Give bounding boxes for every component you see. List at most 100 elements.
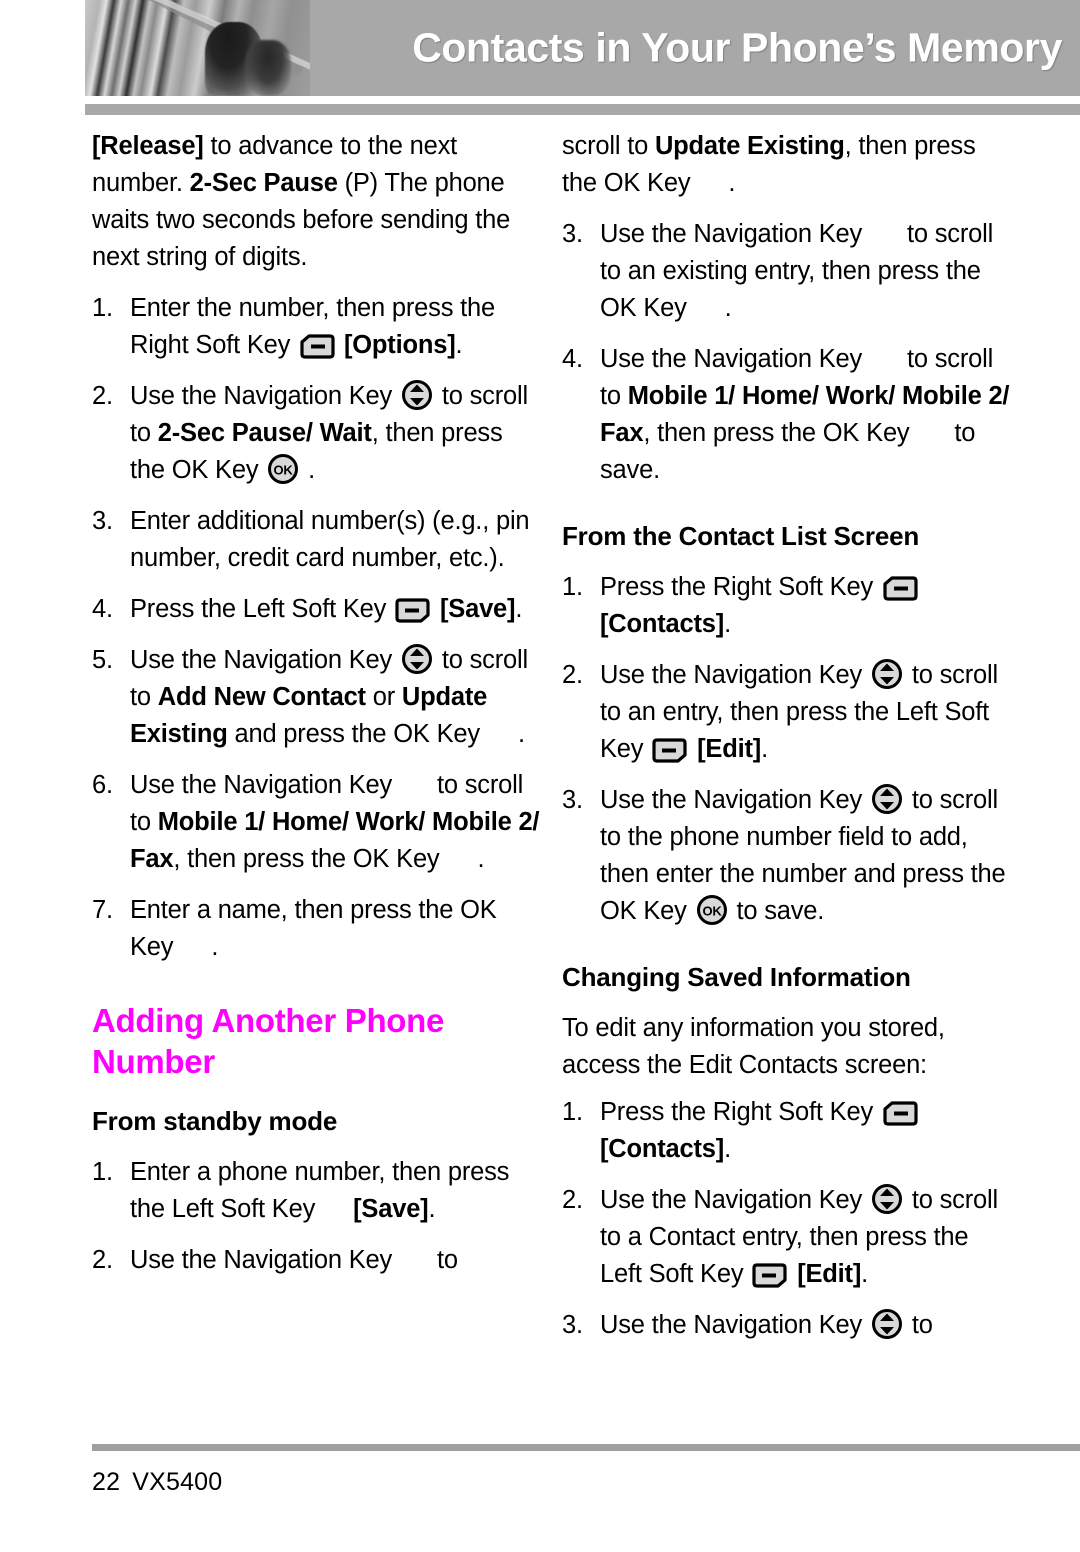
list-item: 1. Press the Right Soft Key [Contacts]. — [562, 1094, 1012, 1168]
list-item: 4. Use the Navigation Key to scroll to Mo… — [562, 341, 1012, 489]
list-item: 6. Use the Navigation Key to scroll to Mo… — [92, 767, 542, 878]
list-item: 1. Enter the number, then press the Right… — [92, 290, 542, 364]
step-text: Enter a phone number, then press the Lef… — [130, 1158, 510, 1223]
missing-navigation-key-icon — [392, 1261, 430, 1262]
step-bold-label: Add New Contact — [157, 683, 366, 711]
step-text-3: . — [724, 1135, 731, 1163]
step-bold-label: 2-Sec Pause/ Wait — [157, 419, 372, 447]
step-number: 4. — [562, 345, 583, 373]
step-number: 4. — [92, 595, 113, 623]
page-number: 22 — [92, 1468, 121, 1496]
footer: 22 VX5400 — [92, 1468, 222, 1497]
step-text-2: to — [904, 1311, 933, 1339]
step-text: Use the Navigation Key — [600, 345, 863, 373]
step-text: Use the Navigation Key — [600, 1311, 869, 1339]
right-soft-key-icon — [882, 1100, 918, 1127]
changing-intro-paragraph: To edit any information you stored, acce… — [562, 1014, 945, 1079]
list-item: 7. Enter a name, then press the OK Key. — [92, 892, 542, 966]
step-text-3: to save. — [729, 897, 825, 925]
step-text-3: . — [515, 595, 523, 623]
cont-bold: Update Existing — [654, 132, 845, 160]
list-item: 2. Use the Navigation Key to scroll to an… — [562, 657, 1012, 768]
step-text-2: to — [430, 1246, 458, 1274]
navigation-key-icon — [871, 1308, 903, 1340]
navigation-key-icon — [871, 658, 903, 690]
page-title: Contacts in Your Phone’s Memory — [412, 24, 1062, 71]
footer-rule — [92, 1444, 1080, 1451]
step-text-4: . — [477, 845, 485, 873]
step-text-3: or — [365, 683, 402, 711]
left-soft-key-icon — [752, 1262, 788, 1289]
step-text-2 — [433, 595, 440, 623]
step-number: 1. — [92, 294, 113, 322]
step-text: Press the Right Soft Key — [600, 573, 880, 601]
left-column: [Release] to advance to the next number.… — [92, 128, 542, 1293]
step-text-4: and press the OK Key — [227, 720, 480, 748]
svg-text:OK: OK — [274, 463, 294, 478]
step-bold-label: [Save] — [439, 595, 516, 623]
step-text: Press the Left Soft Key — [130, 595, 394, 623]
step-number: 2. — [92, 382, 113, 410]
left-soft-key-icon — [395, 597, 431, 624]
step-text: Use the Navigation Key — [130, 382, 399, 410]
missing-ok-key-icon — [173, 948, 211, 949]
step-text-2: . — [211, 933, 219, 961]
missing-ok-key-icon — [480, 735, 518, 736]
model-name: VX5400 — [132, 1468, 223, 1496]
navigation-key-icon — [871, 1183, 903, 1215]
step-number: 1. — [562, 573, 583, 601]
step-text-3: . — [724, 294, 732, 322]
step-text-2: . — [428, 1195, 436, 1223]
missing-ok-key-icon — [687, 309, 725, 310]
list-item: 4. Press the Left Soft Key [Save]. — [92, 591, 542, 628]
step-text: Press the Right Soft Key — [600, 1098, 880, 1126]
step-text: Use the Navigation Key — [600, 786, 869, 814]
step-number: 3. — [562, 220, 583, 248]
step-number: 3. — [92, 507, 113, 535]
step-text: Use the Navigation Key — [600, 220, 863, 248]
step-number: 1. — [92, 1158, 113, 1186]
ok-key-icon: OK — [267, 453, 299, 485]
list-item: 1. Enter a phone number, then press the L… — [92, 1154, 542, 1228]
list-item: 5. Use the Navigation Key to scroll to Ad… — [92, 642, 542, 753]
step-text: Use the Navigation Key — [130, 646, 399, 674]
photo-figure-secondary — [245, 40, 291, 96]
cont-text-3: . — [728, 169, 736, 197]
step-number: 2. — [562, 1186, 583, 1214]
header-rule — [85, 104, 1080, 115]
list-item: 3. Enter additional number(s) (e.g., pin … — [92, 503, 542, 577]
missing-ok-key-icon — [909, 434, 947, 435]
navigation-key-icon — [871, 783, 903, 815]
page-header: Contacts in Your Phone’s Memory — [85, 0, 1080, 96]
list-item: 3. Use the Navigation Key to scroll to an… — [562, 216, 1012, 327]
missing-left-soft-key-icon — [315, 1210, 353, 1211]
svg-text:OK: OK — [702, 904, 722, 919]
navigation-key-icon — [401, 643, 433, 675]
missing-ok-key-icon — [439, 860, 477, 861]
step-text-4: . — [761, 735, 768, 763]
continued-paragraph: scroll to Update Existing, then press th… — [562, 128, 1012, 202]
list-item: 2. Use the Navigation Key to scroll to 2-… — [92, 378, 542, 489]
right-column: scroll to Update Existing , then press th… — [562, 128, 1012, 1358]
step-text-3: . — [455, 331, 463, 359]
left-soft-key-icon — [652, 737, 688, 764]
step-number: 3. — [562, 1311, 583, 1339]
step-text-3: , then press the OK Key — [173, 845, 440, 873]
intro-paragraph: [Release] to advance to the next number.… — [92, 128, 542, 276]
header-photo — [85, 0, 310, 96]
list-item: 3. Use the Navigation Key to scroll to th… — [562, 782, 1012, 930]
section-heading-adding-another-phone-number: Adding Another Phone Number — [92, 1002, 445, 1080]
step-text-4: . — [861, 1260, 869, 1288]
list-item: 1. Press the Right Soft Key [Contacts]. — [562, 569, 1012, 643]
step-text: Enter a name, then press the OK Key — [130, 896, 497, 961]
right-soft-key-icon — [882, 575, 918, 602]
missing-navigation-key-icon — [862, 360, 900, 361]
right-soft-key-icon — [299, 333, 335, 360]
step-text-3: , then press the OK Key — [643, 419, 910, 447]
intro-pause-bold: 2-Sec Pause — [189, 169, 338, 197]
step-text-2 — [337, 331, 344, 359]
step-bold-label: [Edit] — [697, 735, 762, 763]
cont-text-1: scroll to — [562, 132, 655, 160]
step-text-4: . — [301, 456, 316, 484]
navigation-key-icon — [401, 379, 433, 411]
